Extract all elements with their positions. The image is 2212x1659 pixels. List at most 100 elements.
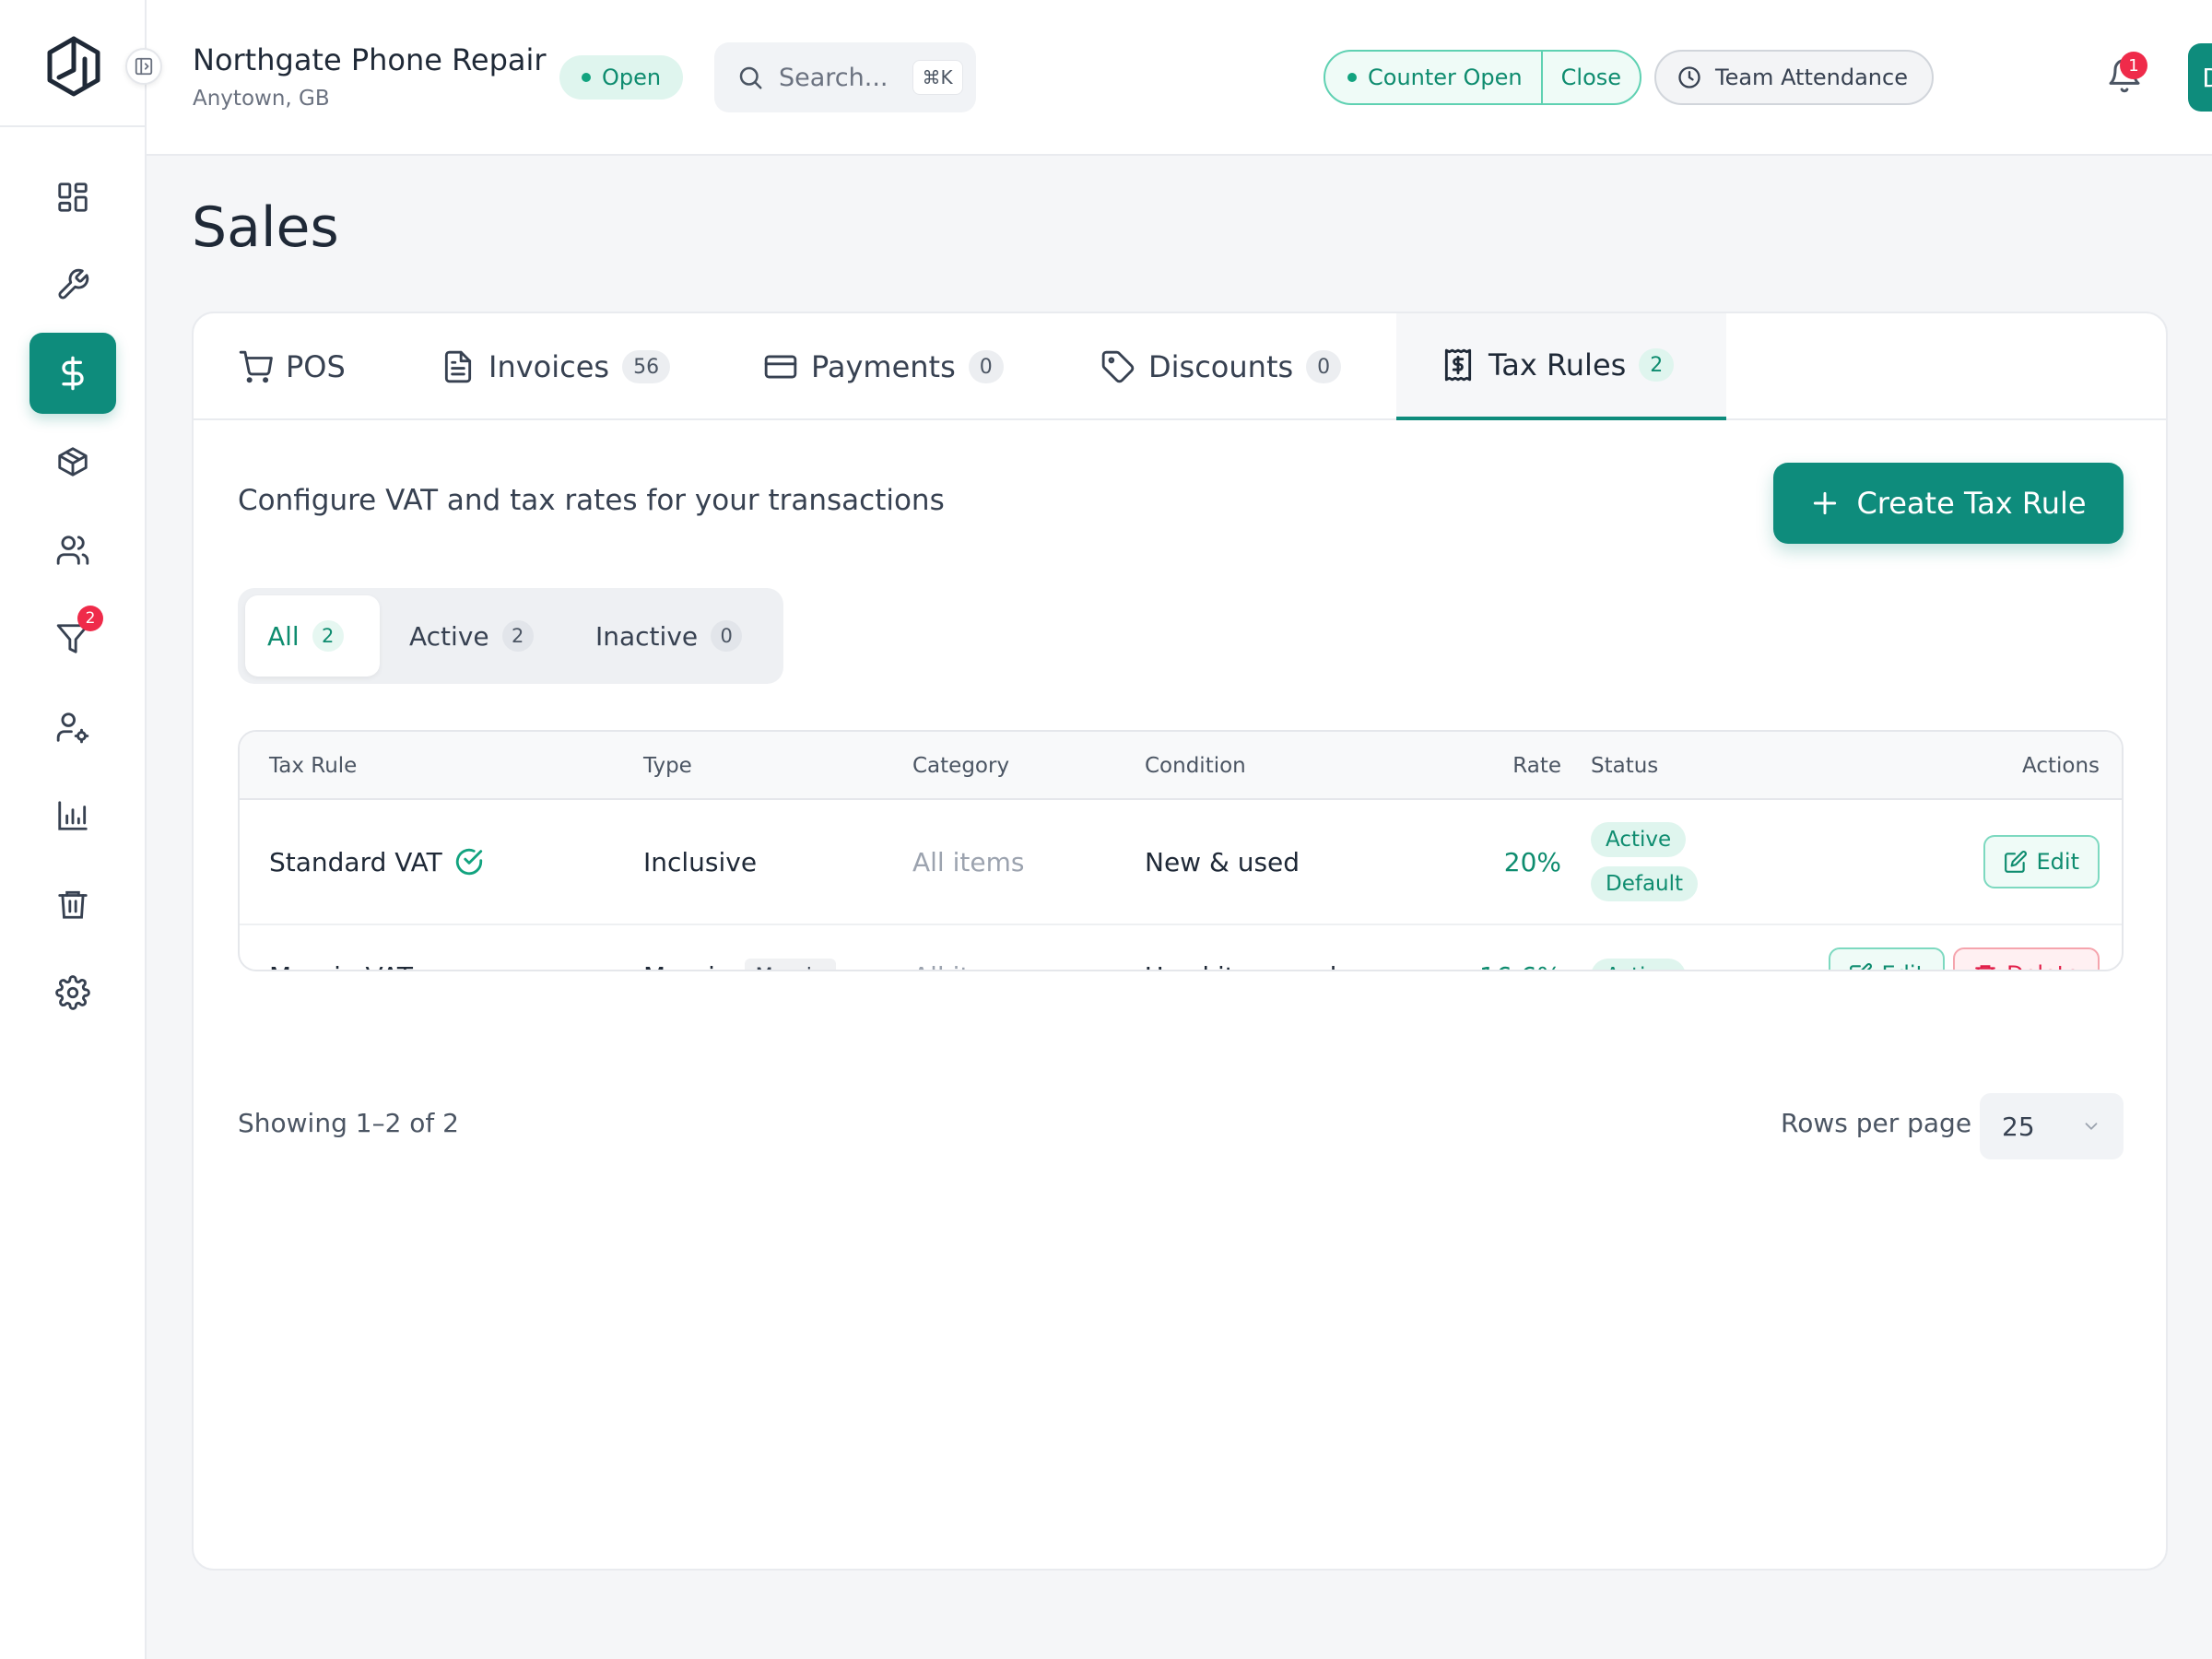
sidebar-item-customers[interactable] xyxy=(29,510,116,591)
store-status-label: Open xyxy=(602,65,662,90)
sidebar-toggle-icon xyxy=(134,56,154,76)
tax-rule-type-cell: Margin Margin xyxy=(643,925,836,970)
tab-count: 0 xyxy=(968,350,1004,383)
status-badge: Active xyxy=(1591,959,1687,970)
tax-rule-condition: Used items only xyxy=(1145,925,1352,971)
counter-status-dot xyxy=(1347,73,1357,82)
filter-label: Active xyxy=(409,620,489,652)
tax-rule-condition: New & used xyxy=(1145,846,1300,877)
table-row[interactable]: Standard VAT Inclusive All items New & u… xyxy=(240,800,2122,925)
tab-label: Payments xyxy=(811,349,956,384)
filter-all[interactable]: All 2 xyxy=(245,595,380,677)
tab-pos[interactable]: POS xyxy=(238,313,346,420)
wrench-icon xyxy=(55,267,90,302)
column-header-category[interactable]: Category xyxy=(912,732,1009,800)
sidebar-item-reports[interactable] xyxy=(29,775,116,856)
status-dot xyxy=(582,73,591,82)
search-input[interactable]: Search... ⌘K xyxy=(714,42,976,112)
tab-payments[interactable]: Payments 0 xyxy=(763,313,1004,420)
sidebar-item-team[interactable] xyxy=(29,687,116,768)
team-attendance-button[interactable]: Team Attendance xyxy=(1654,50,1934,105)
delete-button[interactable]: Delete xyxy=(1953,947,2100,970)
store-name[interactable]: Northgate Phone Repair xyxy=(193,42,547,77)
counter-open-status[interactable]: Counter Open xyxy=(1325,52,1543,103)
tax-rule-name-cell: Standard VAT xyxy=(269,800,485,924)
tab-count: 0 xyxy=(1306,350,1342,383)
users-icon xyxy=(55,533,90,568)
tab-discounts[interactable]: Discounts 0 xyxy=(1100,313,1342,420)
edit-label: Edit xyxy=(1882,961,1924,970)
status-filter-group: All 2 Active 2 Inactive 0 xyxy=(238,588,783,684)
type-tag: Margin xyxy=(744,959,836,970)
tax-rule-name: Standard VAT xyxy=(269,846,442,877)
store-location: Anytown, GB xyxy=(193,87,330,111)
sidebar-item-inventory[interactable] xyxy=(29,421,116,502)
delete-label: Delete xyxy=(2006,961,2079,970)
sidebar-divider xyxy=(0,125,147,127)
sidebar-item-trash[interactable] xyxy=(29,864,116,945)
filter-count: 2 xyxy=(312,620,344,652)
sidebar-item-dashboard[interactable] xyxy=(29,157,116,238)
filter-inactive[interactable]: Inactive 0 xyxy=(573,595,764,677)
trash-icon xyxy=(55,887,90,922)
sidebar-collapse-button[interactable] xyxy=(125,48,162,85)
tab-invoices[interactable]: Invoices 56 xyxy=(441,313,671,420)
create-tax-rule-label: Create Tax Rule xyxy=(1856,486,2087,521)
sidebar-item-repairs[interactable] xyxy=(29,244,116,325)
rows-per-page-label: Rows per page xyxy=(1781,1108,1972,1138)
edit-icon xyxy=(2004,850,2028,874)
rows-per-page-select[interactable]: 25 xyxy=(1980,1093,2124,1159)
tax-rules-table: Tax Rule Type Category Condition Rate St… xyxy=(238,730,2124,971)
tab-label: POS xyxy=(286,349,346,384)
tab-label: Invoices xyxy=(488,349,610,384)
edit-button[interactable]: Edit xyxy=(1828,947,1945,970)
tax-rule-category: All items xyxy=(912,925,1024,971)
tab-label: Discounts xyxy=(1148,349,1294,384)
user-cog-icon xyxy=(55,710,90,745)
tab-label: Tax Rules xyxy=(1488,347,1627,382)
chevron-down-icon xyxy=(2081,1116,2101,1136)
store-status-badge: Open xyxy=(559,55,684,100)
tax-rule-name: Margin VAT xyxy=(269,925,413,971)
column-header-actions: Actions xyxy=(2021,754,2100,778)
create-tax-rule-button[interactable]: Create Tax Rule xyxy=(1773,463,2124,544)
column-header-condition[interactable]: Condition xyxy=(1145,732,1246,800)
plus-icon xyxy=(1810,488,1840,518)
tax-rule-status-cell: Active Default xyxy=(1591,800,1699,924)
pagination-summary: Showing 1–2 of 2 xyxy=(238,1108,459,1138)
leads-badge: 2 xyxy=(77,606,103,631)
column-header-type[interactable]: Type xyxy=(643,732,692,800)
filter-active[interactable]: Active 2 xyxy=(387,595,556,677)
column-header-tax-rule[interactable]: Tax Rule xyxy=(269,732,357,800)
tab-count: 2 xyxy=(1639,348,1675,382)
edit-label: Edit xyxy=(2036,849,2079,875)
cart-icon xyxy=(238,349,273,384)
table-row[interactable]: Margin VAT Margin Margin All items Used … xyxy=(240,925,2122,971)
column-header-status[interactable]: Status xyxy=(1591,732,1658,800)
column-header-rate[interactable]: Rate xyxy=(1512,732,1561,800)
edit-button[interactable]: Edit xyxy=(1983,835,2100,888)
tab-count: 56 xyxy=(622,350,671,383)
credit-card-icon xyxy=(763,349,798,384)
tax-rules-description: Configure VAT and tax rates for your tra… xyxy=(238,484,945,517)
tag-icon xyxy=(1100,349,1135,384)
search-placeholder: Search... xyxy=(779,63,888,92)
counter-status-group: Counter Open Close xyxy=(1324,50,1642,105)
tax-rule-category: All items xyxy=(912,846,1025,877)
counter-close-button[interactable]: Close xyxy=(1543,52,1640,103)
bar-chart-icon xyxy=(55,798,90,833)
tax-rule-rate: 16.6% xyxy=(1479,925,1561,971)
user-avatar[interactable]: DO xyxy=(2188,43,2212,112)
tab-tax-rules[interactable]: Tax Rules 2 xyxy=(1396,313,1726,420)
sidebar-item-settings[interactable] xyxy=(29,952,116,1033)
gear-icon xyxy=(55,975,90,1010)
sidebar-item-sales[interactable] xyxy=(29,333,116,414)
app-logo[interactable] xyxy=(41,33,107,100)
receipt-dollar-icon xyxy=(1441,347,1476,382)
team-attendance-label: Team Attendance xyxy=(1715,65,1908,90)
default-check-icon xyxy=(453,846,485,877)
document-icon xyxy=(441,349,476,384)
trash-icon xyxy=(1973,962,1997,970)
dashboard-grid-icon xyxy=(55,180,90,215)
sidebar-item-leads[interactable]: 2 xyxy=(29,598,116,679)
